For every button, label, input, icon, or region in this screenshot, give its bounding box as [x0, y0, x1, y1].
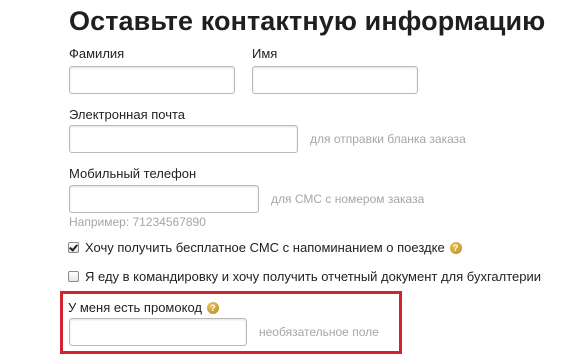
- mobile-label: Мобильный телефон: [69, 166, 197, 181]
- mobile-hint: для СМС с номером заказа: [271, 192, 425, 206]
- promo-code-input[interactable]: [69, 318, 247, 346]
- sms-reminder-label[interactable]: Хочу получить бесплатное СМС с напоминан…: [85, 240, 445, 255]
- business-trip-row[interactable]: Я еду в командировку и хочу получить отч…: [68, 269, 541, 284]
- business-trip-label[interactable]: Я еду в командировку и хочу получить отч…: [85, 269, 541, 284]
- promo-hint: необязательное поле: [259, 325, 379, 339]
- email-label: Электронная почта: [69, 107, 186, 122]
- sms-reminder-checkbox[interactable]: [68, 242, 79, 253]
- last-name-label: Фамилия: [69, 46, 125, 61]
- question-icon[interactable]: ?: [206, 301, 219, 314]
- email-hint: для отправки бланка заказа: [310, 132, 466, 146]
- mobile-example: Например: 71234567890: [69, 215, 206, 229]
- sms-reminder-row[interactable]: Хочу получить бесплатное СМС с напоминан…: [68, 240, 462, 255]
- promo-label-row: У меня есть промокод ?: [68, 300, 219, 315]
- email-input[interactable]: [69, 125, 298, 153]
- last-name-input[interactable]: [69, 66, 235, 94]
- mobile-input[interactable]: [69, 185, 259, 213]
- business-trip-checkbox[interactable]: [68, 271, 79, 282]
- promo-label: У меня есть промокод: [68, 300, 202, 315]
- question-icon[interactable]: ?: [449, 241, 462, 254]
- page-title: Оставьте контактную информацию: [69, 6, 546, 36]
- first-name-input[interactable]: [252, 66, 418, 94]
- first-name-label: Имя: [252, 46, 278, 61]
